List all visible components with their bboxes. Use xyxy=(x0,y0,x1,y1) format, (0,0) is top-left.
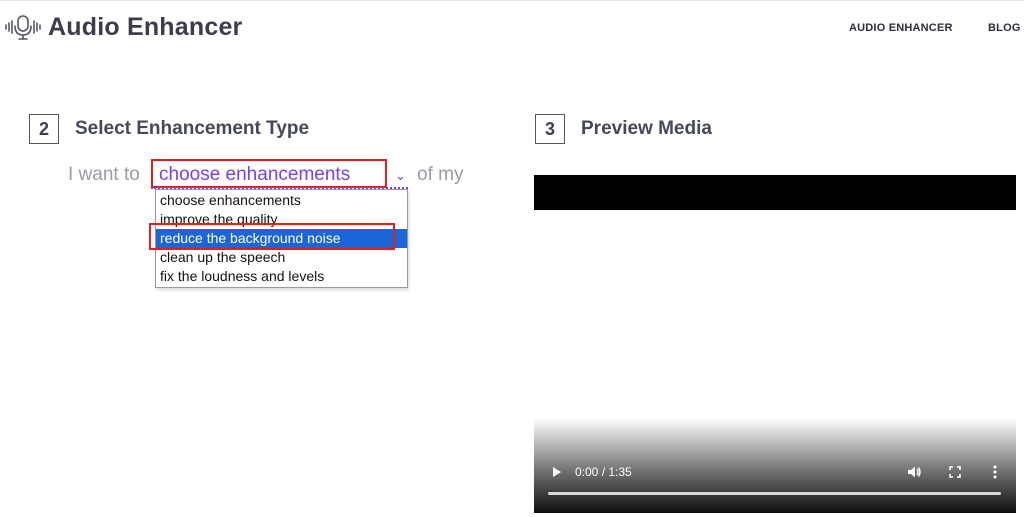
nav-audio-enhancer[interactable]: AUDIO ENHANCER xyxy=(849,22,953,34)
top-border xyxy=(0,0,1024,1)
option-reduce-background-noise[interactable]: reduce the background noise xyxy=(156,229,407,248)
option-choose-enhancements[interactable]: choose enhancements xyxy=(156,191,407,210)
sentence-prefix: I want to xyxy=(68,164,140,185)
video-top-bar xyxy=(534,175,1016,210)
step-3-number: 3 xyxy=(535,114,565,144)
play-icon[interactable] xyxy=(551,465,563,479)
logo[interactable]: Audio Enhancer xyxy=(4,12,243,42)
option-fix-loudness[interactable]: fix the loudness and levels xyxy=(156,267,407,286)
enhancement-select-value: choose enhancements xyxy=(159,164,351,185)
video-time: 0:00 / 1:35 xyxy=(575,465,632,479)
video-progress-bar[interactable] xyxy=(548,492,1001,495)
option-clean-up-speech[interactable]: clean up the speech xyxy=(156,248,407,267)
nav-blog[interactable]: BLOG xyxy=(988,22,1021,34)
step-2-header: 2 Select Enhancement Type xyxy=(29,114,309,144)
logo-text: Audio Enhancer xyxy=(48,12,243,41)
step-3-header: 3 Preview Media xyxy=(535,114,712,144)
enhancement-dropdown-list[interactable]: choose enhancements improve the quality … xyxy=(155,189,408,288)
fullscreen-icon[interactable] xyxy=(948,465,962,479)
more-options-icon[interactable] xyxy=(990,464,1000,480)
chevron-down-icon[interactable]: ⌄ xyxy=(395,168,406,184)
microphone-icon xyxy=(5,15,41,40)
step-3-title: Preview Media xyxy=(581,118,712,139)
sentence-suffix: of my xyxy=(417,164,464,185)
enhancement-sentence: I want to of my xyxy=(68,164,463,186)
option-improve-quality[interactable]: improve the quality xyxy=(156,210,407,229)
enhancement-select[interactable]: choose enhancements xyxy=(151,159,387,188)
step-2-number: 2 xyxy=(29,114,59,144)
step-2-title: Select Enhancement Type xyxy=(75,118,310,139)
volume-icon[interactable] xyxy=(906,464,922,480)
